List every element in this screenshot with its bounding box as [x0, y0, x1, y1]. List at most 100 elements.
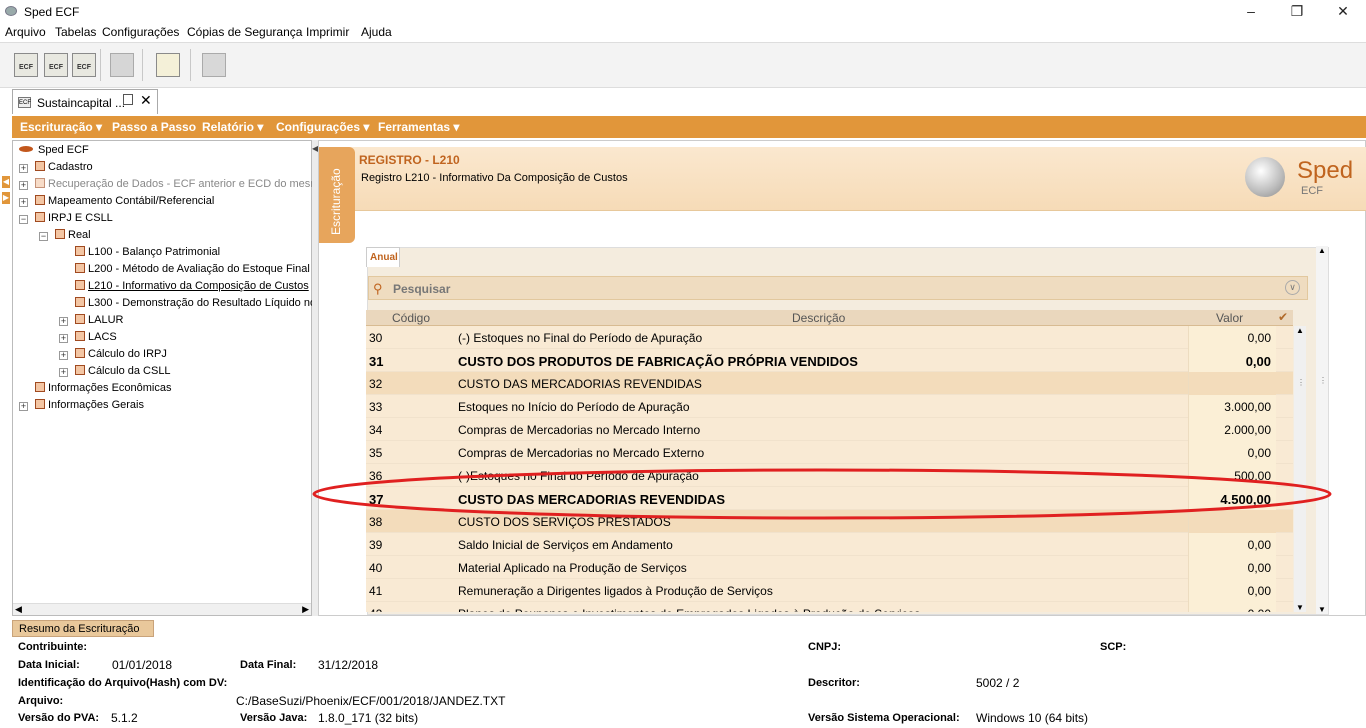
- cell-valor[interactable]: 0,00: [1248, 331, 1271, 345]
- tree-item-cadastro[interactable]: Cadastro: [35, 161, 93, 173]
- menu-ajuda[interactable]: Ajuda: [361, 25, 392, 39]
- search-bar[interactable]: ⚲ Pesquisar ∨: [368, 276, 1308, 300]
- table-row[interactable]: 33 Estoques no Início do Período de Apura…: [366, 395, 1293, 418]
- tree-item-irpj-csll[interactable]: IRPJ E CSLL: [35, 212, 113, 224]
- escrituracao-side-tab[interactable]: Escrituração: [319, 147, 355, 243]
- menu-copias-seguranca[interactable]: Cópias de Segurança: [187, 25, 302, 39]
- maximize-button[interactable]: ❐: [1274, 0, 1320, 24]
- scroll-up-icon: ▲: [1318, 246, 1326, 255]
- tree-item-lacs[interactable]: LACS: [75, 331, 117, 343]
- table-row[interactable]: 31 CUSTO DOS PRODUTOS DE FABRICAÇÃO PRÓPR…: [366, 349, 1293, 372]
- col-codigo[interactable]: Código: [392, 311, 430, 325]
- checkmark-icon[interactable]: ✔: [1278, 310, 1288, 324]
- tree-item-mapeamento[interactable]: Mapeamento Contábil/Referencial: [35, 195, 214, 207]
- edit-icon[interactable]: [156, 53, 180, 77]
- minimize-button[interactable]: –: [1228, 0, 1274, 24]
- archive-icon[interactable]: [110, 53, 134, 77]
- so-value: Windows 10 (64 bits): [976, 711, 1089, 725]
- scroll-down-icon: ▼: [1318, 605, 1326, 614]
- cell-descricao: Compras de Mercadorias no Mercado Intern…: [458, 423, 701, 437]
- cell-codigo: 32: [369, 377, 383, 391]
- menu-escrituracao[interactable]: Escrituração ▾: [20, 120, 102, 134]
- ecf-import-icon[interactable]: ECF: [44, 53, 68, 77]
- table-row[interactable]: 39 Saldo Inicial de Serviços em Andamento…: [366, 533, 1293, 556]
- tree-item-calculo-csll[interactable]: Cálculo da CSLL: [75, 365, 171, 377]
- title-bar: Sped ECF – ❐ ✕: [0, 0, 1366, 24]
- app-icon: [5, 6, 17, 16]
- tree-item-l210-selected[interactable]: L210 - Informativo da Composição de Cust…: [75, 280, 309, 292]
- cell-valor[interactable]: 0,00: [1248, 538, 1271, 552]
- tree-root[interactable]: Sped ECF: [19, 144, 89, 156]
- tree-item-real[interactable]: Real: [55, 229, 91, 241]
- cell-codigo: 35: [369, 446, 383, 460]
- menu-imprimir[interactable]: Imprimir: [306, 25, 349, 39]
- menu-arquivo[interactable]: Arquivo: [5, 25, 46, 39]
- col-valor[interactable]: Valor: [1216, 311, 1243, 325]
- window-title: Sped ECF: [24, 5, 80, 19]
- cell-descricao: (-) Estoques no Final do Período de Apur…: [458, 331, 703, 345]
- cell-valor[interactable]: 0,00: [1248, 584, 1271, 598]
- tree-item-informacoes-economicas[interactable]: Informações Econômicas: [35, 382, 172, 394]
- cell-valor[interactable]: 0,00: [1248, 561, 1271, 575]
- book-icon: [75, 365, 85, 375]
- menu-configuracoes-app[interactable]: Configurações ▾: [276, 120, 369, 134]
- menu-configuracoes[interactable]: Configurações: [102, 25, 179, 39]
- expand-icon: +: [59, 333, 68, 343]
- maximize-tab-icon[interactable]: [123, 94, 133, 105]
- ecf-delete-icon[interactable]: ECF: [72, 53, 96, 77]
- tree-item-l100[interactable]: L100 - Balanço Patrimonial: [75, 246, 220, 258]
- cell-valor[interactable]: 3.000,00: [1224, 400, 1271, 414]
- chevron-down-icon[interactable]: ∨: [1285, 280, 1300, 295]
- cell-valor[interactable]: 0,00: [1246, 354, 1271, 369]
- tree-horizontal-scrollbar[interactable]: ◀ ▶: [13, 603, 311, 615]
- cell-valor[interactable]: 2.000,00: [1224, 423, 1271, 437]
- cell-descricao: Remuneração a Dirigentes ligados à Produ…: [458, 584, 773, 598]
- contribuinte-label: Contribuinte:: [18, 641, 88, 653]
- table-row[interactable]: 41 Remuneração a Dirigentes ligados à Pro…: [366, 579, 1293, 602]
- sped-logo-icon: [1245, 157, 1285, 197]
- panel-vertical-scrollbar[interactable]: ▲ ⋮ ▼: [1316, 246, 1328, 614]
- menu-tabelas[interactable]: Tabelas: [55, 25, 96, 39]
- summary-panel: Resumo da Escrituração Contribuinte: CNP…: [0, 618, 1366, 728]
- table-row[interactable]: 34 Compras de Mercadorias no Mercado Inte…: [366, 418, 1293, 441]
- cell-codigo: 40: [369, 561, 383, 575]
- expand-icon: +: [19, 401, 28, 411]
- col-descricao[interactable]: Descrição: [792, 311, 845, 325]
- table-row[interactable]: 42 Planos de Poupança e Investimentos de …: [366, 602, 1293, 612]
- menu-relatorio[interactable]: Relatório ▾: [202, 120, 263, 134]
- tree-item-calculo-irpj[interactable]: Cálculo do IRPJ: [75, 348, 167, 360]
- cell-valor[interactable]: 0,00: [1248, 607, 1271, 612]
- collapse-icon: −: [19, 214, 28, 224]
- expand-icon: +: [59, 316, 68, 326]
- cell-valor[interactable]: 0,00: [1248, 446, 1271, 460]
- cell-descricao: Compras de Mercadorias no Mercado Extern…: [458, 446, 705, 460]
- tree-item-lalur[interactable]: LALUR: [75, 314, 123, 326]
- menu-passo-a-passo[interactable]: Passo a Passo: [112, 120, 196, 134]
- table-row[interactable]: 35 Compras de Mercadorias no Mercado Exte…: [366, 441, 1293, 464]
- table-row[interactable]: 30 (-) Estoques no Final do Período de Ap…: [366, 326, 1293, 349]
- scroll-up-icon: ▲: [1296, 326, 1304, 335]
- tree-item-l300[interactable]: L300 - Demonstração do Resultado Líquido…: [75, 297, 316, 309]
- tree-item-recuperacao[interactable]: Recuperação de Dados - ECF anterior e EC…: [35, 178, 326, 190]
- cell-codigo: 42: [369, 607, 382, 612]
- close-window-button[interactable]: ✕: [1320, 0, 1366, 24]
- tree-item-l200[interactable]: L200 - Método de Avaliação do Estoque Fi…: [75, 263, 310, 275]
- tab-anual[interactable]: Anual: [366, 247, 400, 267]
- tree-item-informacoes-gerais[interactable]: Informações Gerais: [35, 399, 144, 411]
- grid-header: Código Descrição Valor ✔: [366, 310, 1293, 326]
- scroll-grip-icon: ⋮: [1297, 378, 1305, 387]
- menu-ferramentas[interactable]: Ferramentas ▾: [378, 120, 459, 134]
- java-label: Versão Java:: [240, 712, 308, 724]
- cell-codigo: 31: [369, 354, 384, 369]
- document-tab[interactable]: ECF Sustaincapital ... ✕: [12, 89, 158, 114]
- ecf-open-icon[interactable]: ECF: [14, 53, 38, 77]
- summary-tab[interactable]: Resumo da Escrituração: [12, 620, 154, 637]
- book-icon: [75, 314, 85, 324]
- side-collapse-handle[interactable]: ◀ ▶: [0, 160, 12, 204]
- document-tab-label: Sustaincapital ...: [37, 96, 126, 110]
- table-row[interactable]: 32 CUSTO DAS MERCADORIAS REVENDIDAS: [366, 372, 1293, 395]
- search-icon: ⚲: [373, 281, 383, 296]
- close-tab-icon[interactable]: ✕: [140, 92, 152, 109]
- table-row[interactable]: 40 Material Aplicado na Produção de Servi…: [366, 556, 1293, 579]
- validate-icon[interactable]: [202, 53, 226, 77]
